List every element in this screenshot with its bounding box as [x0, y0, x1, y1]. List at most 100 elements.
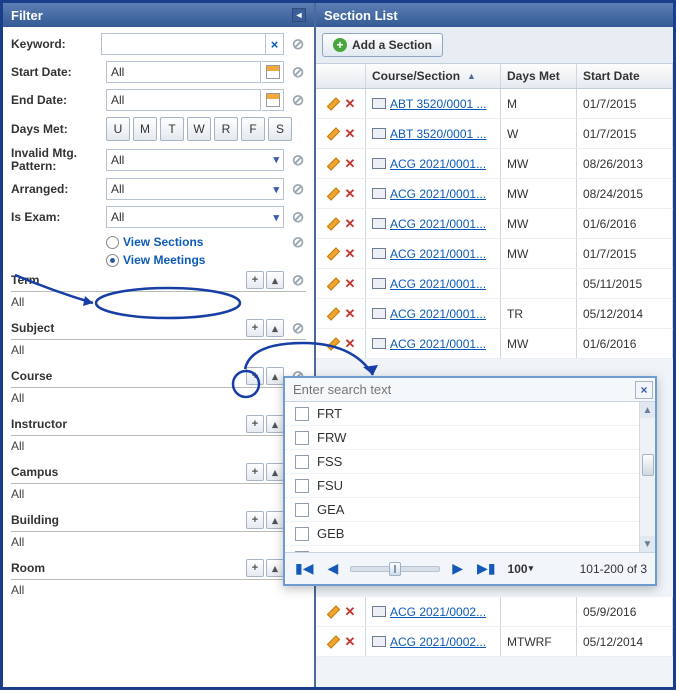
popup-list[interactable]: ▲ ▼ FRTFRWFSSFSUGEAGEBGEO	[285, 402, 655, 552]
arranged-select[interactable]: All ▾	[106, 178, 284, 200]
cat-collapse-button[interactable]: ▴	[266, 367, 284, 385]
delete-row-button[interactable]: ✕	[345, 276, 356, 292]
view-meetings-radio[interactable]	[106, 254, 119, 267]
section-link[interactable]: ABT 3520/0001 ...	[390, 97, 487, 111]
scroll-up-button[interactable]: ▲	[640, 402, 655, 418]
checkbox[interactable]	[295, 455, 309, 469]
checkbox[interactable]	[295, 551, 309, 553]
day-r[interactable]: R	[214, 117, 238, 141]
checkbox[interactable]	[295, 479, 309, 493]
delete-row-button[interactable]: ✕	[345, 336, 356, 352]
day-w[interactable]: W	[187, 117, 211, 141]
popup-item[interactable]: FSS	[285, 450, 655, 474]
section-link[interactable]: ABT 3520/0001 ...	[390, 127, 487, 141]
scroll-thumb[interactable]	[642, 454, 654, 476]
invalid-mtg-select[interactable]: All ▾	[106, 149, 284, 171]
section-link[interactable]: ACG 2021/0001...	[390, 247, 486, 261]
pager-next-button[interactable]: ▶	[450, 560, 465, 577]
popup-item[interactable]: GEA	[285, 498, 655, 522]
delete-row-button[interactable]: ✕	[345, 634, 356, 650]
pager-slider[interactable]	[350, 566, 440, 572]
clear-keyword-button[interactable]: ×	[266, 33, 284, 55]
section-link[interactable]: ACG 2021/0001...	[390, 337, 486, 351]
pager-first-button[interactable]: ▮◀	[293, 560, 315, 577]
edit-row-button[interactable]	[326, 156, 341, 171]
start-date-select[interactable]: All	[106, 61, 261, 83]
add-section-button[interactable]: + Add a Section	[322, 33, 443, 57]
delete-row-button[interactable]: ✕	[345, 246, 356, 262]
edit-row-button[interactable]	[326, 186, 341, 201]
delete-row-button[interactable]: ✕	[345, 126, 356, 142]
edit-row-button[interactable]	[326, 246, 341, 261]
pager-pagesize[interactable]: 100▾	[508, 562, 534, 576]
keyword-input[interactable]	[101, 33, 266, 55]
edit-row-button[interactable]	[326, 634, 341, 649]
cat-collapse-button[interactable]: ▴	[266, 271, 284, 289]
delete-row-button[interactable]: ✕	[345, 186, 356, 202]
section-link[interactable]: ACG 2021/0001...	[390, 277, 486, 291]
section-link[interactable]: ACG 2021/0001...	[390, 217, 486, 231]
delete-row-button[interactable]: ✕	[345, 96, 356, 112]
day-s[interactable]: S	[268, 117, 292, 141]
popup-item[interactable]: FRW	[285, 426, 655, 450]
cat-add-button[interactable]: +	[246, 271, 264, 289]
delete-row-button[interactable]: ✕	[345, 604, 356, 620]
cat-add-button[interactable]: +	[246, 559, 264, 577]
cat-collapse-button[interactable]: ▴	[266, 559, 284, 577]
day-f[interactable]: F	[241, 117, 265, 141]
delete-row-button[interactable]: ✕	[345, 216, 356, 232]
section-link[interactable]: ACG 2021/0002...	[390, 635, 486, 649]
day-m[interactable]: M	[133, 117, 157, 141]
popup-item[interactable]: FSU	[285, 474, 655, 498]
collapse-filter-button[interactable]: ◄	[292, 8, 306, 22]
section-link[interactable]: ACG 2021/0001...	[390, 307, 486, 321]
popup-scrollbar[interactable]: ▲ ▼	[639, 402, 655, 552]
view-sections-label[interactable]: View Sections	[123, 235, 203, 249]
delete-row-button[interactable]: ✕	[345, 306, 356, 322]
edit-row-button[interactable]	[326, 336, 341, 351]
col-days[interactable]: Days Met	[501, 64, 577, 88]
popup-close-button[interactable]: ×	[635, 381, 653, 399]
checkbox[interactable]	[295, 503, 309, 517]
pager-slider-thumb[interactable]	[389, 562, 401, 576]
popup-item[interactable]: FRT	[285, 402, 655, 426]
edit-row-button[interactable]	[326, 276, 341, 291]
pager-last-button[interactable]: ▶▮	[475, 560, 497, 577]
section-link[interactable]: ACG 2021/0001...	[390, 187, 486, 201]
cat-collapse-button[interactable]: ▴	[266, 511, 284, 529]
cat-add-button[interactable]: +	[246, 367, 264, 385]
edit-row-button[interactable]	[326, 604, 341, 619]
cat-add-button[interactable]: +	[246, 511, 264, 529]
edit-row-button[interactable]	[326, 306, 341, 321]
scroll-down-button[interactable]: ▼	[640, 536, 655, 552]
cat-collapse-button[interactable]: ▴	[266, 319, 284, 337]
edit-row-button[interactable]	[326, 216, 341, 231]
popup-search-input[interactable]	[285, 378, 633, 401]
day-t[interactable]: T	[160, 117, 184, 141]
col-start[interactable]: Start Date	[577, 64, 673, 88]
view-meetings-label[interactable]: View Meetings	[123, 253, 205, 267]
col-course[interactable]: Course/Section ▲	[366, 64, 501, 88]
section-link[interactable]: ACG 2021/0001...	[390, 157, 486, 171]
edit-row-button[interactable]	[326, 126, 341, 141]
cat-collapse-button[interactable]: ▴	[266, 463, 284, 481]
pager-prev-button[interactable]: ◀	[325, 560, 340, 577]
cat-add-button[interactable]: +	[246, 415, 264, 433]
cat-collapse-button[interactable]: ▴	[266, 415, 284, 433]
end-date-calendar-button[interactable]	[262, 89, 284, 111]
end-date-select[interactable]: All	[106, 89, 261, 111]
checkbox[interactable]	[295, 407, 309, 421]
start-date-calendar-button[interactable]	[262, 61, 284, 83]
day-u[interactable]: U	[106, 117, 130, 141]
section-link[interactable]: ACG 2021/0002...	[390, 605, 486, 619]
checkbox[interactable]	[295, 527, 309, 541]
delete-row-button[interactable]: ✕	[345, 156, 356, 172]
checkbox[interactable]	[295, 431, 309, 445]
view-sections-radio[interactable]	[106, 236, 119, 249]
cat-add-button[interactable]: +	[246, 319, 264, 337]
popup-item[interactable]: GEO	[285, 546, 655, 552]
cat-add-button[interactable]: +	[246, 463, 264, 481]
is-exam-select[interactable]: All ▾	[106, 206, 284, 228]
edit-row-button[interactable]	[326, 96, 341, 111]
popup-item[interactable]: GEB	[285, 522, 655, 546]
